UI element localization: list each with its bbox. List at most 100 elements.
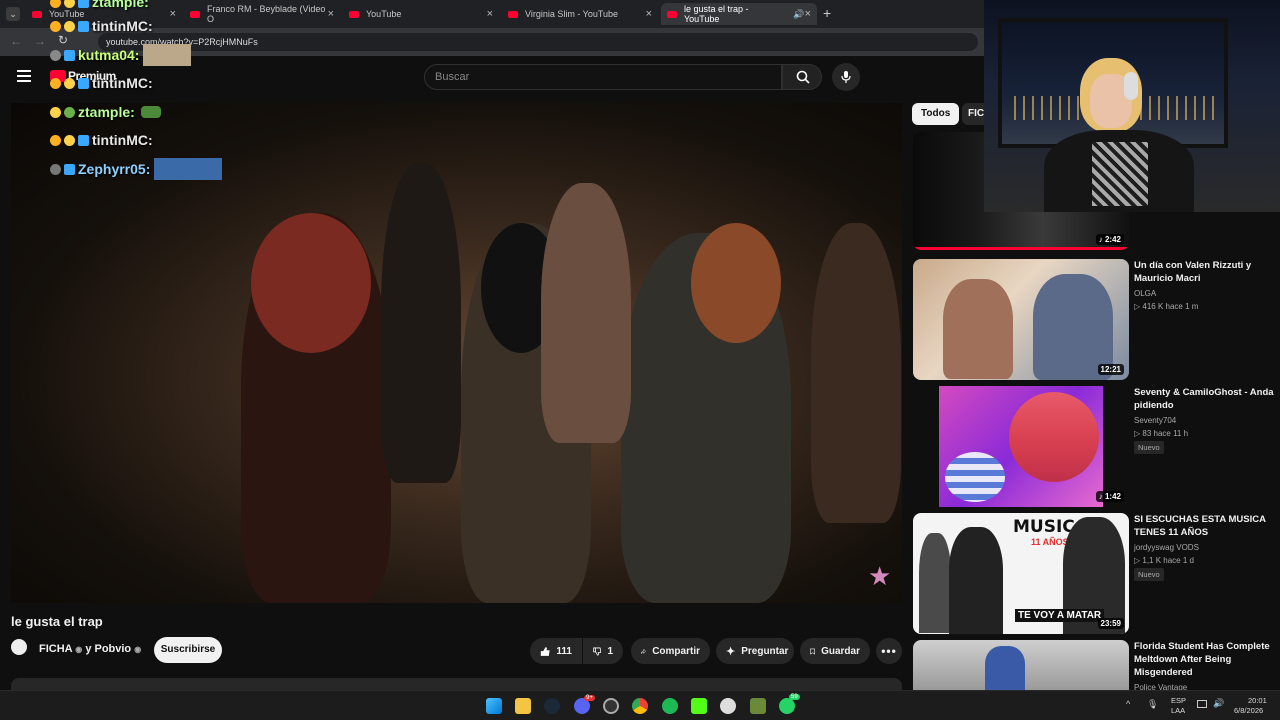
recommendation-channel[interactable]: Seventy704 <box>1134 416 1176 425</box>
whatsapp-icon[interactable] <box>779 698 795 714</box>
chat-message: kutma04: <box>50 44 192 66</box>
recommendation-title[interactable]: SI ESCUCHAS ESTA MUSICA TENES 11 AÑOS <box>1134 513 1274 539</box>
start-icon[interactable] <box>486 698 502 714</box>
recommendation-thumbnail[interactable]: 12:21 <box>913 259 1129 380</box>
more-icon: ••• <box>881 644 897 658</box>
recommendation-title[interactable]: Florida Student Has Complete Meltdown Af… <box>1134 640 1274 679</box>
badge-icon <box>50 49 61 61</box>
gem-icon <box>78 134 89 146</box>
recommendation-thumbnail[interactable]: MUSICA 11 AÑOS TE VOY A MATAR 23:59 <box>913 513 1129 634</box>
sparkle-icon: ✦ <box>726 645 736 658</box>
close-tab-icon[interactable]: × <box>487 8 493 20</box>
close-tab-icon[interactable]: × <box>328 8 334 20</box>
whatsapp-badge: 59 <box>789 694 800 700</box>
ask-label: Preguntar <box>741 645 789 657</box>
voice-search-button[interactable] <box>832 63 860 91</box>
recommendation-thumbnail[interactable] <box>913 640 1129 690</box>
menu-icon[interactable] <box>17 70 31 82</box>
save-button[interactable]: Guardar <box>800 638 870 664</box>
subscribe-button[interactable]: Suscribirse <box>154 637 222 663</box>
video-figure <box>811 223 901 523</box>
chat-username: tintinMC: <box>92 75 153 91</box>
discord-badge: 9+ <box>584 695 595 701</box>
display-icon[interactable] <box>1197 700 1207 708</box>
badge-icon <box>50 163 61 175</box>
recommendation-meta: ▷ 416 K hace 1 m <box>1134 302 1199 311</box>
description-box[interactable] <box>11 678 902 690</box>
new-badge: Nuevo <box>1134 568 1164 581</box>
video-figure <box>691 223 781 343</box>
clock-date[interactable]: 6/8/2026 <box>1234 706 1263 715</box>
volume-icon[interactable]: 🔊 <box>1213 698 1224 709</box>
dislike-button[interactable]: 1 <box>583 638 623 664</box>
steam-icon[interactable] <box>544 698 560 714</box>
chip-all[interactable]: Todos <box>912 103 960 125</box>
file-explorer-icon[interactable] <box>515 698 531 714</box>
new-tab-button[interactable]: + <box>823 5 831 21</box>
tray-chevron-icon[interactable]: ^ <box>1126 699 1130 709</box>
recommendation-title[interactable]: Seventy & CamiloGhost - Anda pidiendo <box>1134 386 1274 412</box>
recommendation-channel[interactable]: jordyyswag VODS <box>1134 543 1199 552</box>
recommendation-title[interactable]: Un día con Valen Rizzuti y Mauricio Macr… <box>1134 259 1274 285</box>
verified-icon: ◉ <box>134 645 142 654</box>
recommendation-meta: ▷ 83 hace 11 h <box>1134 429 1189 438</box>
tab-youtube-2[interactable]: YouTube × <box>343 3 499 25</box>
badge-icon <box>64 0 75 8</box>
tab-virginia-slim[interactable]: Virginia Slim - YouTube × <box>502 3 658 25</box>
share-button[interactable]: Compartir <box>631 638 710 664</box>
windows-taskbar: 9+ 59 ^ 🎙 ESP LAA 🔊 20:01 6/8/2026 <box>0 690 1280 720</box>
badge-icon <box>64 106 75 118</box>
tab-le-gusta-el-trap[interactable]: le gusta el trap - YouTube 🔊 × <box>661 3 817 25</box>
channel-avatar[interactable] <box>11 639 27 655</box>
recommendation-channel[interactable]: Police Vantage <box>1134 683 1187 690</box>
chat-username: kutma04: <box>78 47 140 63</box>
video-title: le gusta el trap <box>11 614 103 629</box>
capcut-icon[interactable] <box>720 698 736 714</box>
emote-image <box>154 158 223 180</box>
language-indicator[interactable]: ESP <box>1171 696 1186 705</box>
bookmark-icon <box>810 648 815 655</box>
speaker-icon[interactable]: 🔊 <box>793 9 804 20</box>
search-input[interactable]: Buscar <box>424 64 782 90</box>
chrome-icon[interactable] <box>632 698 648 714</box>
recommendation-thumbnail[interactable]: ♪ 1:42 <box>913 386 1129 507</box>
gem-icon <box>78 77 89 89</box>
ask-button[interactable]: ✦ Preguntar <box>716 638 794 664</box>
duration-badge: 23:59 <box>1097 618 1124 629</box>
search-placeholder: Buscar <box>435 71 470 83</box>
close-tab-icon[interactable]: × <box>170 8 176 20</box>
keyboard-layout[interactable]: LAA <box>1171 706 1185 715</box>
channel-names[interactable]: FICHA ◉ y Pobvio ◉ <box>39 643 141 655</box>
channel-name-2[interactable]: y Pobvio <box>85 643 131 655</box>
kick-icon[interactable] <box>691 698 707 714</box>
forward-icon[interactable]: → <box>34 34 46 48</box>
url-field[interactable]: youtube.com/watch?v=P2RcjHMNuFs <box>98 33 978 51</box>
duration-badge: 12:21 <box>1097 364 1124 375</box>
spotify-icon[interactable] <box>662 698 678 714</box>
more-actions-button[interactable]: ••• <box>876 638 902 664</box>
search-button[interactable] <box>782 64 822 90</box>
headphones-icon <box>1124 72 1138 100</box>
tab-list-chevron-icon[interactable]: ⌄ <box>6 7 20 21</box>
close-tab-icon[interactable]: × <box>805 8 811 20</box>
tab-franco-rm[interactable]: Franco RM - Beyblade (Video O × <box>184 3 340 25</box>
thumbnail-person <box>943 279 1013 379</box>
chat-message: tintinMC: <box>50 131 153 149</box>
webcam-shirt-print <box>1092 142 1148 206</box>
obs-icon[interactable] <box>603 698 619 714</box>
chip-ficha[interactable]: FICH <box>962 103 986 125</box>
microphone-tray-icon[interactable]: 🎙 <box>1147 699 1158 710</box>
badge-icon <box>50 134 61 146</box>
clock-time[interactable]: 20:01 <box>1248 696 1267 705</box>
badge-icon <box>50 77 61 89</box>
close-tab-icon[interactable]: × <box>646 8 652 20</box>
chat-username: tintinMC: <box>92 18 153 34</box>
like-button[interactable]: 111 <box>530 638 582 664</box>
recommendation-channel[interactable]: OLGA <box>1134 289 1156 298</box>
minecraft-icon[interactable] <box>750 698 766 714</box>
channel-name[interactable]: FICHA <box>39 643 72 655</box>
back-icon[interactable]: ← <box>10 34 22 48</box>
video-player[interactable]: ★ <box>11 103 902 603</box>
tab-label: Virginia Slim - YouTube <box>525 9 619 19</box>
reload-icon[interactable]: ↻ <box>58 33 68 47</box>
